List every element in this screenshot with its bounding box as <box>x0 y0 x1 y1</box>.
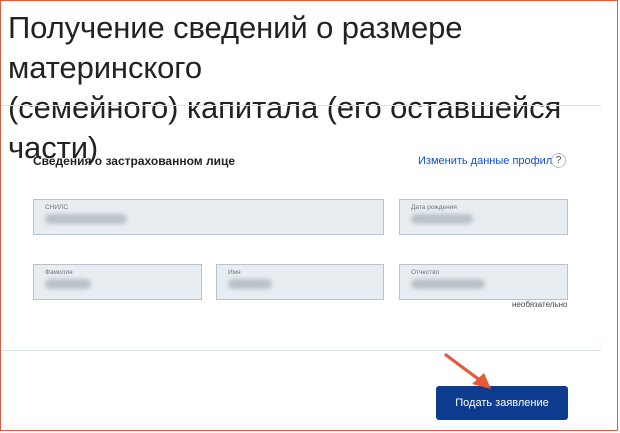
submit-application-button[interactable]: Подать заявление <box>436 386 568 420</box>
birthdate-field[interactable]: Дата рождения <box>399 199 568 235</box>
footer-divider <box>1 350 601 351</box>
snils-label: СНИЛС <box>45 204 69 211</box>
patronymic-field[interactable]: Отчество <box>399 264 568 300</box>
lastname-value-redacted <box>45 279 91 289</box>
firstname-field[interactable]: Имя <box>216 264 384 300</box>
help-icon[interactable]: ? <box>551 153 566 168</box>
snils-field[interactable]: СНИЛС <box>33 199 384 235</box>
patronymic-optional-note: необязательно <box>512 300 568 309</box>
header-divider <box>1 105 601 106</box>
section-title: Сведения о застрахованном лице <box>33 154 236 168</box>
snils-value-redacted <box>45 214 127 224</box>
page-title-line-1: Получение сведений о размере материнског… <box>8 10 463 85</box>
birthdate-value-redacted <box>411 214 473 224</box>
edit-profile-link[interactable]: Изменить данные профиля <box>418 155 558 167</box>
firstname-label: Имя <box>228 269 241 276</box>
birthdate-label: Дата рождения <box>411 204 457 211</box>
page-title: Получение сведений о размере материнског… <box>8 8 612 168</box>
lastname-label: Фамилия <box>45 269 73 276</box>
patronymic-label: Отчество <box>411 269 440 276</box>
patronymic-value-redacted <box>411 279 485 289</box>
firstname-value-redacted <box>228 279 272 289</box>
lastname-field[interactable]: Фамилия <box>33 264 202 300</box>
